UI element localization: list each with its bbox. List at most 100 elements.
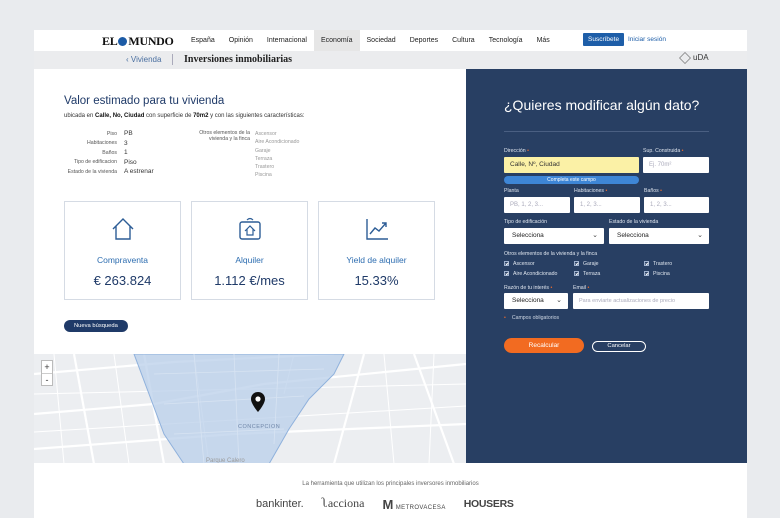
footer-text: La herramienta que utilizan los principa… [302,481,479,487]
property-label: Piso [106,130,117,137]
banos-label-text: Baños [644,188,659,194]
nav-item-tecnologia[interactable]: Tecnología [482,30,530,51]
estado-select[interactable]: Selecciona ⌄ [609,228,709,244]
required-marker: • [605,188,608,194]
otros-label: Otros elementos de la vivienda y la finc… [504,251,598,257]
cancelar-button[interactable]: Cancelar [592,341,646,352]
card-yield: Yield de alquiler 15.33% [318,201,435,300]
property-row: Baños 1 [64,148,154,158]
superficie-label: Sup. Construida • [643,148,683,154]
checkbox-ascensor[interactable]: Ascensor [504,261,535,267]
subscribe-button[interactable]: Suscríbete [583,33,625,46]
new-search-button[interactable]: Nueva búsqueda [64,320,128,332]
breadcrumb-vivienda[interactable]: ‹ Vivienda [126,55,161,64]
card-value: € 263.824 [93,273,152,288]
zoom-out-button[interactable]: - [42,373,52,385]
card-title: Alquiler [235,255,264,265]
card-value: 15.33% [354,273,399,288]
metrovacesa-logo: M METROVACESA [382,497,445,512]
nav-item-opinion[interactable]: Opinión [222,30,260,51]
form-divider [504,131,709,132]
email-label-text: Email [573,285,586,291]
banos-input[interactable]: 1, 2, 3... [644,197,709,213]
property-value: 1 [124,149,128,157]
razon-label-text: Razón de tu interés [504,285,549,291]
nav-items: España Opinión Internacional Economía So… [184,30,557,51]
bankinter-logo: bankinter. [256,498,304,510]
chevron-down-icon: ⌄ [556,297,562,304]
tipo-select-value: Selecciona [512,232,544,239]
direccion-input[interactable]: Calle, Nº, Ciudad [504,157,639,173]
metrovacesa-logo-text: METROVACESA [395,504,446,511]
required-note-text: Campos obligatorios [511,315,560,321]
subtitle-suffix: y con las siguientes características: [210,113,305,119]
checkbox-icon [504,271,509,276]
razon-select[interactable]: Selecciona ⌄ [504,293,568,309]
housers-logo: HOUSERS [463,498,514,510]
uda-logo-text: uDA [693,53,709,63]
checkbox-label: Piscina [653,271,670,277]
tipo-label: Tipo de edificación [504,219,548,225]
login-link[interactable]: Iniciar sesión [628,36,666,43]
tipo-select[interactable]: Selecciona ⌄ [504,228,604,244]
razon-label: Razón de tu interés • [504,285,552,291]
direccion-label-text: Dirección [504,148,526,154]
nav-item-espana[interactable]: España [184,30,222,51]
top-nav: EL MUNDO España Opinión Internacional Eco… [34,30,747,51]
uda-logo[interactable]: uDA [679,52,709,64]
superficie-input[interactable]: Ej. 70m² [643,157,709,173]
others-item: Aire Acondicionado [255,139,300,146]
map[interactable]: + - CONCEPCION Parque Calero [34,354,466,464]
checkbox-terraza[interactable]: Terraza [574,271,600,277]
property-label: Habitaciones [87,140,117,147]
subtitle-mid: con superficie de [146,113,192,119]
zoom-control: + - [41,360,53,386]
others-item: Trastero [255,164,275,171]
others-list: Ascensor Aire Acondicionado Garaje Terra… [255,130,299,180]
checkbox-label: Terraza [583,271,601,277]
site-logo[interactable]: EL MUNDO [102,34,174,49]
nav-item-sociedad[interactable]: Sociedad [360,30,403,51]
estado-select-value: Selecciona [617,232,649,239]
chevron-down-icon: ⌄ [592,232,598,239]
required-marker: • [681,148,684,154]
required-marker: • [660,188,662,194]
others-item: Terraza [255,155,273,162]
banos-label: Baños • [644,188,662,194]
map-pin-icon[interactable] [250,391,266,413]
habitaciones-input[interactable]: 1, 2, 3... [574,197,640,213]
cube-icon [679,52,691,64]
property-list: Piso PB Habitaciones 3 Baños 1 Tipo de edif… [64,129,154,177]
property-value: PB [124,130,133,138]
checkbox-label: Ascensor [513,261,535,267]
subtitle-address: Calle, No, Ciudad [95,113,145,119]
house-icon [112,218,133,240]
razon-select-value: Selecciona [512,297,544,304]
form-title: ¿Quieres modificar algún dato? [504,97,700,113]
subtitle-prefix: ubicada en [64,113,94,119]
acciona-logo-text: acciona [327,496,365,510]
nav-item-internacional[interactable]: Internacional [260,30,314,51]
nav-item-mas[interactable]: Más [530,30,557,51]
nav-item-cultura[interactable]: Cultura [445,30,482,51]
planta-input[interactable]: PB, 1, 2, 3... [504,197,570,213]
zoom-in-button[interactable]: + [42,361,52,373]
recalcular-button[interactable]: Recalcular [504,338,584,353]
nav-item-economia[interactable]: Economía [313,30,360,51]
checkbox-icon [574,261,579,266]
footer: La herramienta que utilizan los principa… [34,463,747,518]
habitaciones-label: Habitaciones • [574,188,607,194]
email-input[interactable]: Para enviarte actualizaciones de precio [573,293,709,309]
checkbox-label: Trastero [653,261,673,267]
property-value: A estrenar [124,168,154,176]
checkbox-garaje[interactable]: Garaje [574,261,599,267]
checkbox-trastero[interactable]: Trastero [644,261,672,267]
partner-logos: bankinter. ʅacciona M METROVACESA HOUSER… [256,496,514,512]
email-label: Email • [573,285,589,291]
checkbox-piscina[interactable]: Piscina [644,271,670,277]
checkbox-icon [644,261,649,266]
card-alquiler: Alquiler 1.112 €/mes [191,201,308,300]
estado-label: Estado de la vivienda [609,219,659,225]
nav-item-deportes[interactable]: Deportes [403,30,445,51]
checkbox-aire[interactable]: Aire Acondicionado [504,271,557,277]
